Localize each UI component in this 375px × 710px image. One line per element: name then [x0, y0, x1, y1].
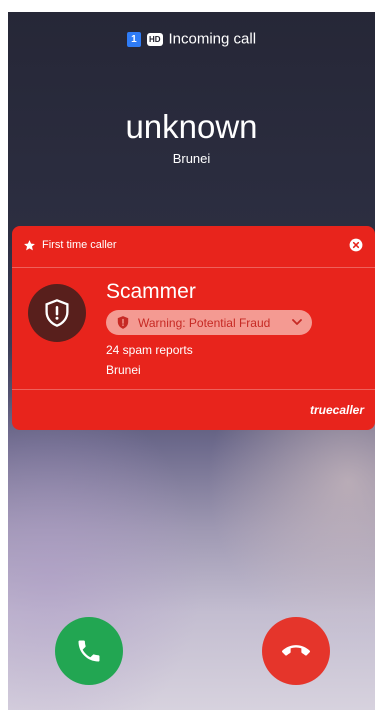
incoming-call-screen: 1 HD Incoming call unknown Brunei First ti… — [8, 12, 375, 710]
caller-location: Brunei — [172, 151, 211, 166]
truecaller-logo: truecaller — [309, 403, 364, 417]
call-status-line: 1 HD Incoming call — [8, 30, 375, 48]
star-icon — [24, 240, 35, 251]
chevron-down-icon — [292, 319, 302, 325]
fraud-warning-pill[interactable]: Warning: Potential Fraud — [106, 310, 312, 335]
shield-avatar — [28, 284, 86, 342]
card-divider — [12, 389, 375, 390]
close-icon[interactable] — [349, 238, 363, 252]
spam-report-count: 24 spam reports — [106, 343, 193, 357]
decline-call-button[interactable] — [262, 617, 330, 685]
truecaller-caller-id-card[interactable]: First time caller Scammer Warning: Poten… — [12, 226, 375, 430]
sim-badge: 1 — [126, 31, 141, 47]
first-time-caller-label: First time caller — [42, 239, 117, 251]
phone-hangup-icon — [282, 645, 310, 656]
caller-name: unknown — [125, 108, 258, 145]
shield-warning-icon — [117, 316, 129, 329]
fraud-warning-text: Warning: Potential Fraud — [138, 316, 271, 330]
caller-label-title: Scammer — [106, 280, 196, 303]
hd-badge: HD — [146, 32, 163, 46]
shield-alert-icon — [45, 299, 69, 327]
card-location: Brunei — [106, 363, 141, 377]
card-header: First time caller — [12, 226, 375, 268]
accept-call-button[interactable] — [55, 617, 123, 685]
phone-icon — [78, 640, 100, 662]
call-status-text: Incoming call — [168, 30, 257, 48]
